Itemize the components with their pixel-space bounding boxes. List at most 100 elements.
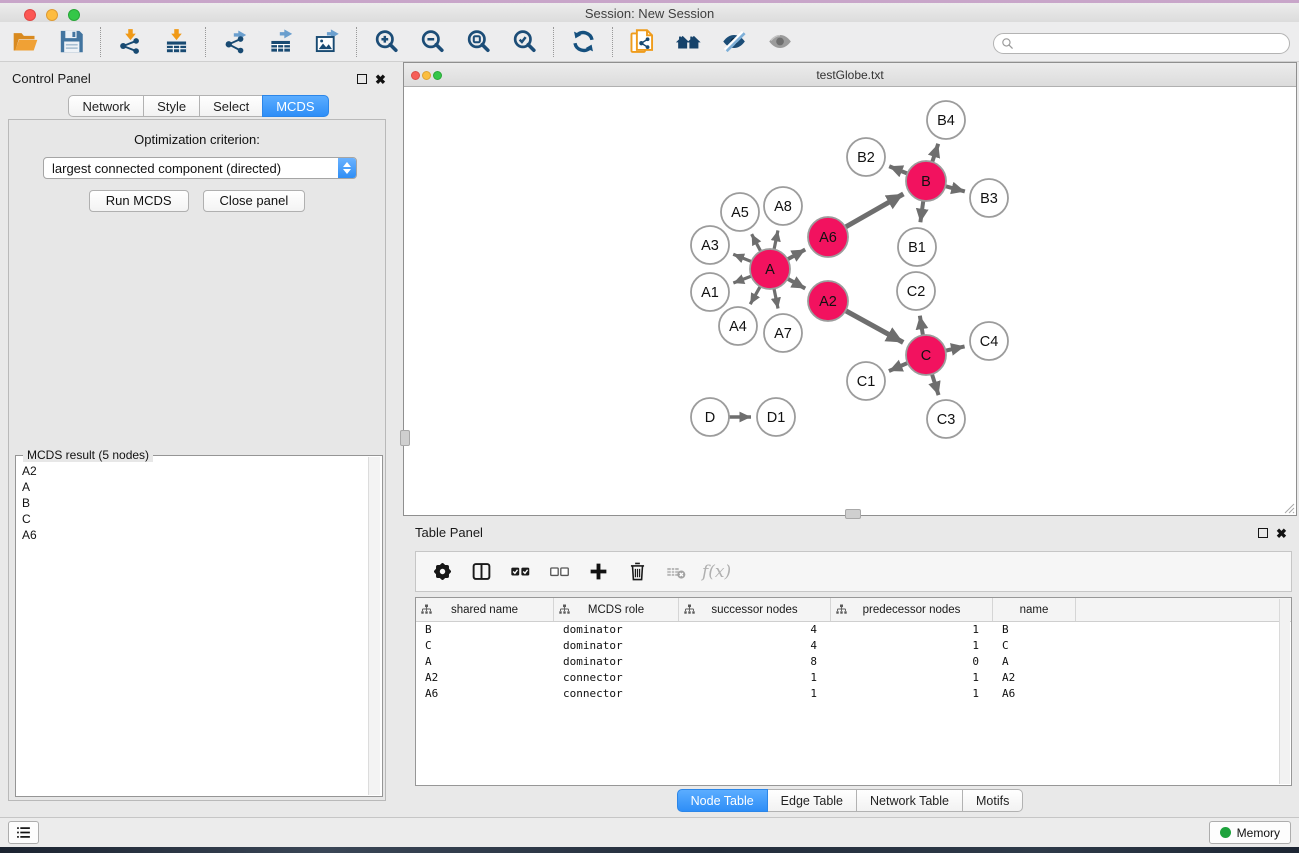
- node-B2[interactable]: B2: [847, 138, 885, 176]
- node-label: C3: [937, 412, 956, 428]
- node-A4[interactable]: A4: [719, 307, 757, 345]
- table-row[interactable]: Adominator80A: [416, 654, 1291, 670]
- memory-button[interactable]: Memory: [1209, 821, 1291, 844]
- tab-select[interactable]: Select: [199, 95, 263, 117]
- refresh-icon: [570, 28, 597, 55]
- table-cell: 0: [831, 654, 993, 670]
- node-C[interactable]: C: [906, 335, 946, 375]
- columns-button[interactable]: [468, 559, 494, 585]
- node-C4[interactable]: C4: [970, 322, 1008, 360]
- node-B3[interactable]: B3: [970, 179, 1008, 217]
- tab-mcds[interactable]: MCDS: [262, 95, 328, 117]
- node-C1[interactable]: C1: [847, 362, 885, 400]
- node-B1[interactable]: B1: [898, 228, 936, 266]
- table-cell: 1: [679, 686, 831, 702]
- delete-table-button[interactable]: [663, 559, 689, 585]
- column-header-shared-name[interactable]: shared name: [416, 598, 554, 621]
- table-row[interactable]: Bdominator41B: [416, 622, 1291, 638]
- refresh-button[interactable]: [566, 25, 600, 59]
- float-icon[interactable]: [1258, 528, 1268, 538]
- node-D[interactable]: D: [691, 398, 729, 436]
- network-canvas[interactable]: A A1 A2 A3 A4 A5 A6 A7 A8 B B1 B2 B3 B4 C C1 C2 C3 C4 D D1: [404, 87, 1296, 515]
- column-header-predecessor-nodes[interactable]: predecessor nodes: [831, 598, 993, 621]
- criterion-select[interactable]: largest connected component (directed): [43, 157, 357, 179]
- application-window: Session: New Session Control Panel ✖ Net…: [0, 0, 1299, 853]
- select-checks-button[interactable]: [507, 559, 533, 585]
- node-B[interactable]: B: [906, 161, 946, 201]
- network-window-titlebar[interactable]: testGlobe.txt: [404, 63, 1296, 87]
- node-C3[interactable]: C3: [927, 400, 965, 438]
- function-builder-button[interactable]: f(x): [702, 562, 731, 582]
- node-A6[interactable]: A6: [808, 217, 848, 257]
- node-A8[interactable]: A8: [764, 187, 802, 225]
- column-header-successor-nodes[interactable]: successor nodes: [679, 598, 831, 621]
- table-row[interactable]: A6connector11A6: [416, 686, 1291, 702]
- network-vertical-scrollbar[interactable]: [400, 430, 410, 446]
- tree-icon: [559, 604, 570, 615]
- node-B4[interactable]: B4: [927, 101, 965, 139]
- zoom-selected-button[interactable]: [507, 25, 541, 59]
- tree-icon: [836, 604, 847, 615]
- search-input[interactable]: [1018, 36, 1282, 52]
- column-header-label: successor nodes: [711, 604, 797, 616]
- table-scrollbar[interactable]: [1279, 599, 1290, 784]
- column-header-name[interactable]: name: [993, 598, 1076, 621]
- delete-button[interactable]: [624, 559, 650, 585]
- title-bar[interactable]: Session: New Session: [0, 3, 1299, 23]
- zoom-in-icon: [373, 28, 400, 55]
- first-neighbors-button[interactable]: [671, 25, 705, 59]
- tab-edge-table[interactable]: Edge Table: [767, 789, 857, 812]
- node-A2[interactable]: A2: [808, 281, 848, 321]
- table-row[interactable]: A2connector11A2: [416, 670, 1291, 686]
- tab-motifs[interactable]: Motifs: [962, 789, 1023, 812]
- table-cell: 1: [679, 670, 831, 686]
- import-table-button[interactable]: [159, 25, 193, 59]
- task-history-button[interactable]: [8, 821, 39, 844]
- tab-style[interactable]: Style: [143, 95, 200, 117]
- clear-checks-button[interactable]: [546, 559, 572, 585]
- resize-grip-icon[interactable]: [1282, 501, 1295, 514]
- toolbar-separator: [205, 27, 206, 57]
- hide-selected-button[interactable]: [717, 25, 751, 59]
- zoom-in-button[interactable]: [369, 25, 403, 59]
- close-icon[interactable]: ✖: [1276, 527, 1287, 540]
- column-header-mcds-role[interactable]: MCDS role: [554, 598, 679, 621]
- tab-network-table[interactable]: Network Table: [856, 789, 963, 812]
- run-mcds-button[interactable]: Run MCDS: [89, 190, 189, 212]
- show-all-button[interactable]: [763, 25, 797, 59]
- table-row[interactable]: Cdominator41C: [416, 638, 1291, 654]
- node-table: shared nameMCDS role successor nodes prede…: [415, 597, 1292, 786]
- node-A7[interactable]: A7: [764, 314, 802, 352]
- tab-node-table[interactable]: Node Table: [677, 789, 768, 812]
- close-panel-button[interactable]: Close panel: [203, 190, 306, 212]
- node-A5[interactable]: A5: [721, 193, 759, 231]
- open-button[interactable]: [8, 25, 42, 59]
- node-A1[interactable]: A1: [691, 273, 729, 311]
- table-cell: A6: [993, 686, 1076, 702]
- table-cell: A: [993, 654, 1076, 670]
- export-image-button[interactable]: [310, 25, 344, 59]
- import-network-button[interactable]: [113, 25, 147, 59]
- gear-button[interactable]: [429, 559, 455, 585]
- result-scrollbar[interactable]: [368, 457, 380, 795]
- export-network-button[interactable]: [218, 25, 252, 59]
- search-box[interactable]: [993, 33, 1290, 54]
- export-table-button[interactable]: [264, 25, 298, 59]
- zoom-fit-button[interactable]: [461, 25, 495, 59]
- mcds-result-list: A2ABCA6: [17, 458, 367, 795]
- close-icon[interactable]: ✖: [375, 73, 386, 86]
- network-horizontal-scrollbar[interactable]: [845, 509, 861, 519]
- table-cell: 4: [679, 622, 831, 638]
- zoom-out-button[interactable]: [415, 25, 449, 59]
- add-button[interactable]: [585, 559, 611, 585]
- node-A[interactable]: A: [750, 249, 790, 289]
- node-C2[interactable]: C2: [897, 272, 935, 310]
- node-A3[interactable]: A3: [691, 226, 729, 264]
- node-D1[interactable]: D1: [757, 398, 795, 436]
- save-button[interactable]: [54, 25, 88, 59]
- new-network-from-selection-button[interactable]: [625, 25, 659, 59]
- tab-network[interactable]: Network: [68, 95, 144, 117]
- optimization-criterion-label: Optimization criterion:: [9, 132, 385, 147]
- float-icon[interactable]: [357, 74, 367, 84]
- table-body: Bdominator41BCdominator41CAdominator80AA…: [416, 622, 1291, 702]
